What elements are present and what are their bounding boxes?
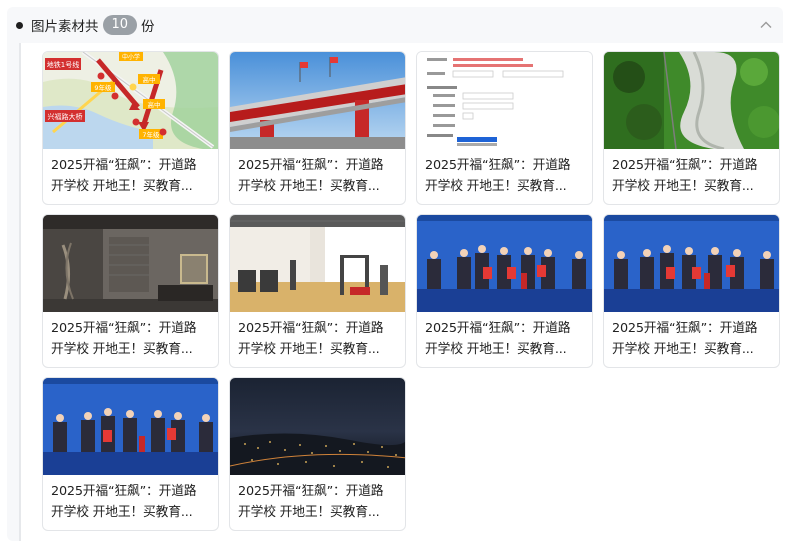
section-title: 图片素材共 10 份 [31, 13, 155, 37]
image-card[interactable]: 2025开福“狂飙”：开道路 开学校 开地王！买教育... [229, 214, 406, 368]
caption-line-1: 2025开福“狂飙”：开道路 [425, 158, 571, 173]
count-badge: 10 [102, 15, 138, 35]
garden-thumbnail [604, 52, 779, 149]
caption-line-2: 开学校 开地王！买教育... [425, 179, 567, 194]
caption-line-2: 开学校 开地王！买教育... [51, 505, 193, 520]
title-prefix: 图片素材共 [31, 19, 99, 35]
image-card[interactable]: 2025开福“狂飙”：开道路 开学校 开地王！买教育... [42, 214, 219, 368]
bullet-dot-icon [16, 22, 23, 29]
card-caption: 2025开福“狂飙”：开道路 开学校 开地王！买教育... [612, 155, 773, 197]
image-assets-panel: 图片素材共 10 份 地铁1号线 兴福路大桥 中小学 高中 高中 7年级 9年级… [7, 7, 785, 541]
image-card[interactable]: 2025开福“狂飙”：开道路 开学校 开地王！买教育... [603, 51, 780, 205]
title-suffix: 份 [141, 19, 155, 35]
caption-line-1: 2025开福“狂飙”：开道路 [238, 321, 384, 336]
caption-line-2: 开学校 开地王！买教育... [238, 505, 380, 520]
image-card[interactable]: 地铁1号线 兴福路大桥 中小学 高中 高中 7年级 9年级 2025开福“狂飙”… [42, 51, 219, 205]
caption-line-1: 2025开福“狂飙”：开道路 [51, 158, 197, 173]
signing-thumbnail [417, 215, 592, 312]
map-thumbnail: 地铁1号线 兴福路大桥 中小学 高中 高中 7年级 9年级 [43, 52, 218, 149]
lobby-thumbnail [43, 215, 218, 312]
card-caption: 2025开福“狂飙”：开道路 开学校 开地王！买教育... [238, 318, 399, 360]
image-card[interactable]: 2025开福“狂飙”：开道路 开学校 开地王！买教育... [416, 214, 593, 368]
card-caption: 2025开福“狂飙”：开道路 开学校 开地王！买教育... [51, 318, 212, 360]
card-caption: 2025开福“狂飙”：开道路 开学校 开地王！买教育... [51, 155, 212, 197]
night-city-thumbnail [230, 378, 405, 475]
map-label-school2: 高中 [143, 75, 156, 84]
caption-line-2: 开学校 开地王！买教育... [425, 342, 567, 357]
chevron-up-icon[interactable] [757, 16, 775, 34]
caption-line-1: 2025开福“狂飙”：开道路 [612, 321, 758, 336]
panel-header[interactable]: 图片素材共 10 份 [7, 7, 783, 43]
caption-line-1: 2025开福“狂飙”：开道路 [238, 484, 384, 499]
caption-line-1: 2025开福“狂飙”：开道路 [51, 321, 197, 336]
form-thumbnail [417, 52, 592, 149]
image-card[interactable]: 2025开福“狂飙”：开道路 开学校 开地王！买教育... [603, 214, 780, 368]
caption-line-2: 开学校 开地王！买教育... [51, 342, 193, 357]
caption-line-2: 开学校 开地王！买教育... [51, 179, 193, 194]
card-caption: 2025开福“狂飙”：开道路 开学校 开地王！买教育... [51, 481, 212, 523]
signing-thumbnail [604, 215, 779, 312]
map-label-school4: 7年级 [142, 130, 160, 139]
caption-line-2: 开学校 开地王！买教育... [612, 342, 754, 357]
caption-line-1: 2025开福“狂飙”：开道路 [238, 158, 384, 173]
caption-line-2: 开学校 开地王！买教育... [238, 342, 380, 357]
card-caption: 2025开福“狂飙”：开道路 开学校 开地王！买教育... [238, 155, 399, 197]
image-grid: 地铁1号线 兴福路大桥 中小学 高中 高中 7年级 9年级 2025开福“狂飙”… [19, 43, 785, 541]
map-label-line: 地铁1号线 [47, 60, 79, 69]
card-caption: 2025开福“狂飙”：开道路 开学校 开地王！买教育... [238, 481, 399, 523]
map-label-bridge: 兴福路大桥 [48, 112, 83, 121]
map-label-school5: 9年级 [94, 83, 112, 92]
card-caption: 2025开福“狂飙”：开道路 开学校 开地王！买教育... [425, 318, 586, 360]
caption-line-1: 2025开福“狂飙”：开道路 [51, 484, 197, 499]
map-label-school1: 中小学 [122, 53, 140, 61]
image-card[interactable]: 2025开福“狂飙”：开道路 开学校 开地王！买教育... [229, 377, 406, 531]
caption-line-2: 开学校 开地王！买教育... [612, 179, 754, 194]
image-card[interactable]: 2025开福“狂飙”：开道路 开学校 开地王！买教育... [229, 51, 406, 205]
caption-line-1: 2025开福“狂飙”：开道路 [425, 321, 571, 336]
image-card[interactable]: 2025开福“狂飙”：开道路 开学校 开地王！买教育... [416, 51, 593, 205]
gym-thumbnail [230, 215, 405, 312]
caption-line-2: 开学校 开地王！买教育... [238, 179, 380, 194]
caption-line-1: 2025开福“狂飙”：开道路 [612, 158, 758, 173]
map-label-school3: 高中 [148, 100, 161, 109]
image-card[interactable]: 2025开福“狂飙”：开道路 开学校 开地王！买教育... [42, 377, 219, 531]
card-caption: 2025开福“狂飙”：开道路 开学校 开地王！买教育... [425, 155, 586, 197]
card-caption: 2025开福“狂飙”：开道路 开学校 开地王！买教育... [612, 318, 773, 360]
gate-thumbnail [230, 52, 405, 149]
signing-thumbnail [43, 378, 218, 475]
